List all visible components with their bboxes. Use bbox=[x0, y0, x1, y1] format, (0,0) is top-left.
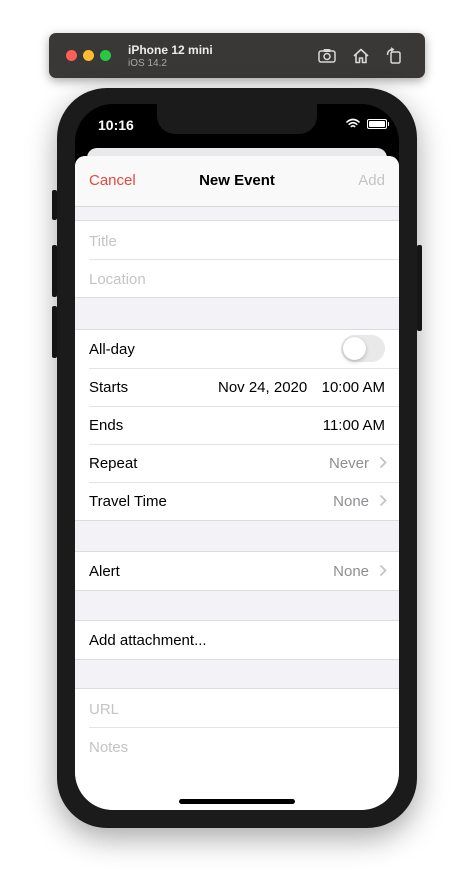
travel-time-value: None bbox=[333, 493, 369, 510]
phone-screen: 10:16 Cancel New Event Add Title Locatio… bbox=[75, 104, 399, 810]
zoom-window-button[interactable] bbox=[100, 50, 111, 61]
repeat-label: Repeat bbox=[89, 455, 138, 472]
add-attachment-row[interactable]: Add attachment... bbox=[75, 621, 399, 659]
rotate-icon[interactable] bbox=[384, 46, 404, 66]
location-placeholder: Location bbox=[89, 271, 146, 288]
travel-time-row[interactable]: Travel Time None bbox=[75, 482, 399, 520]
add-button[interactable]: Add bbox=[358, 172, 385, 189]
repeat-value: Never bbox=[328, 455, 369, 472]
chevron-right-icon bbox=[379, 456, 387, 469]
battery-icon bbox=[367, 119, 389, 129]
travel-time-label: Travel Time bbox=[89, 493, 167, 510]
notes-field[interactable]: Notes bbox=[75, 727, 399, 810]
alert-value: None bbox=[333, 563, 369, 580]
notes-placeholder: Notes bbox=[89, 739, 129, 756]
mute-switch bbox=[52, 190, 57, 220]
ends-row[interactable]: Ends 11:00 AM bbox=[75, 406, 399, 444]
url-notes-group: URL Notes bbox=[75, 688, 399, 810]
all-day-toggle[interactable] bbox=[341, 335, 385, 362]
repeat-row[interactable]: Repeat Never bbox=[75, 444, 399, 482]
device-name: iPhone 12 mini bbox=[128, 43, 213, 57]
simulator-toolbar: iPhone 12 mini iOS 14.2 bbox=[49, 33, 425, 78]
wifi-icon bbox=[346, 118, 360, 128]
os-version: iOS 14.2 bbox=[128, 58, 167, 69]
chevron-right-icon bbox=[379, 564, 387, 577]
alert-group: Alert None bbox=[75, 551, 399, 591]
page-title: New Event bbox=[199, 172, 275, 189]
volume-down-button bbox=[52, 306, 57, 358]
minimize-window-button[interactable] bbox=[83, 50, 94, 61]
alert-label: Alert bbox=[89, 563, 120, 580]
starts-time[interactable]: 10:00 AM bbox=[322, 379, 385, 396]
close-window-button[interactable] bbox=[66, 50, 77, 61]
all-day-row: All-day bbox=[75, 330, 399, 368]
ends-time[interactable]: 11:00 AM bbox=[323, 417, 385, 434]
status-time: 10:16 bbox=[98, 117, 134, 133]
attachment-group: Add attachment... bbox=[75, 620, 399, 660]
navigation-bar: Cancel New Event Add bbox=[75, 156, 399, 207]
date-group: All-day Starts Nov 24, 2020 10:00 AM End… bbox=[75, 329, 399, 521]
home-icon[interactable] bbox=[351, 46, 371, 66]
ends-label: Ends bbox=[89, 417, 124, 434]
url-placeholder: URL bbox=[89, 701, 120, 718]
toggle-knob bbox=[343, 337, 366, 360]
starts-date[interactable]: Nov 24, 2020 bbox=[218, 379, 307, 396]
title-field[interactable]: Title bbox=[75, 221, 399, 259]
side-button bbox=[417, 245, 422, 331]
location-field[interactable]: Location bbox=[75, 259, 399, 297]
title-placeholder: Title bbox=[89, 233, 117, 250]
home-indicator bbox=[179, 799, 295, 804]
new-event-sheet: Cancel New Event Add Title Location All-… bbox=[75, 156, 399, 810]
title-location-group: Title Location bbox=[75, 220, 399, 298]
screenshot-icon[interactable] bbox=[317, 46, 337, 66]
chevron-right-icon bbox=[379, 494, 387, 507]
starts-row[interactable]: Starts Nov 24, 2020 10:00 AM bbox=[75, 368, 399, 406]
starts-label: Starts bbox=[89, 379, 129, 396]
notch bbox=[157, 104, 317, 134]
alert-row[interactable]: Alert None bbox=[75, 552, 399, 590]
add-attachment-label: Add attachment... bbox=[89, 632, 207, 649]
all-day-label: All-day bbox=[89, 341, 135, 358]
volume-up-button bbox=[52, 245, 57, 297]
url-field[interactable]: URL bbox=[75, 689, 399, 727]
